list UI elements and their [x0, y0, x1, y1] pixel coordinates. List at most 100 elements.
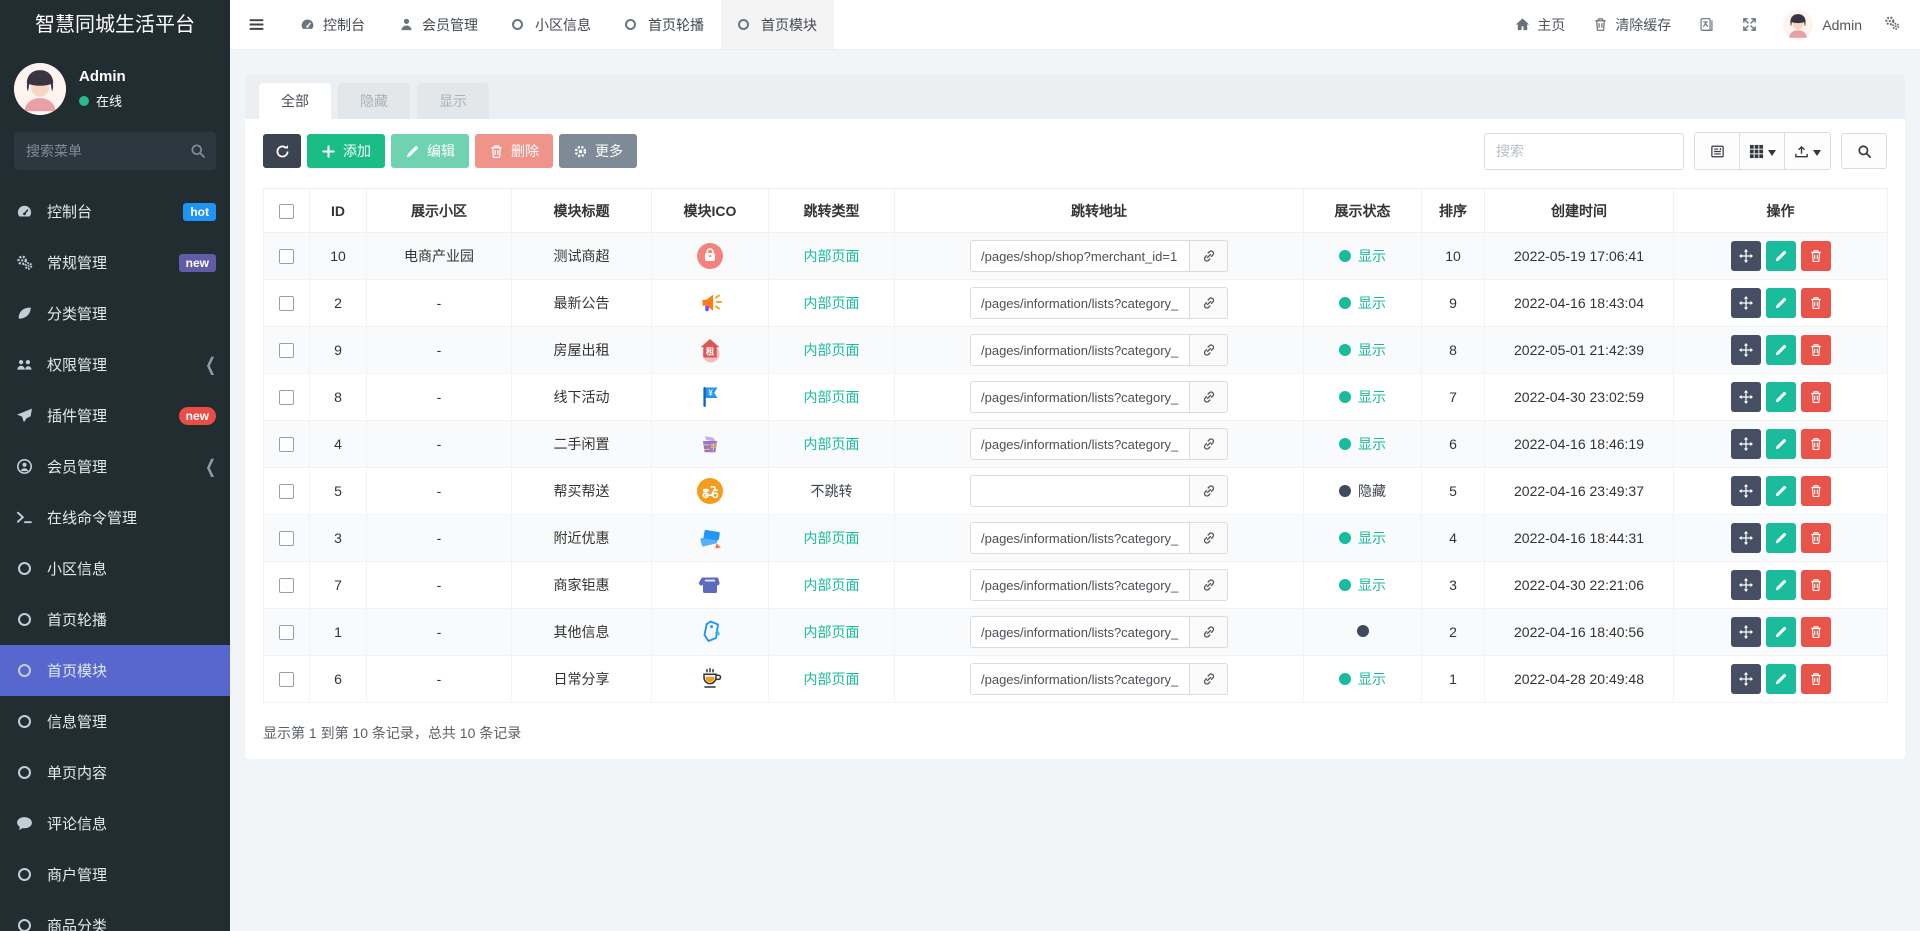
link-button[interactable] — [1190, 287, 1228, 319]
delete-row-button[interactable] — [1800, 429, 1831, 459]
edit-row-button[interactable] — [1765, 617, 1796, 647]
sidebar-item-插件管理[interactable]: 插件管理 new — [0, 390, 230, 441]
settings-gears-icon[interactable] — [1878, 15, 1906, 34]
fullscreen-button[interactable] — [1728, 0, 1771, 49]
jump-url-input[interactable] — [970, 475, 1190, 507]
delete-row-button[interactable] — [1800, 288, 1831, 318]
edit-row-button[interactable] — [1765, 241, 1796, 271]
drag-row-button[interactable] — [1730, 570, 1761, 600]
status-badge[interactable]: 显示 — [1339, 340, 1386, 360]
status-badge[interactable]: 显示 — [1339, 387, 1386, 407]
delete-row-button[interactable] — [1800, 335, 1831, 365]
top-tab-首页模块[interactable]: 首页模块 — [721, 0, 834, 49]
status-badge[interactable]: 隐藏 — [1339, 481, 1386, 501]
link-button[interactable] — [1190, 334, 1228, 366]
table-search-input[interactable] — [1484, 132, 1684, 170]
hamburger-icon[interactable] — [230, 0, 283, 49]
delete-row-button[interactable] — [1800, 570, 1831, 600]
sidebar-item-单页内容[interactable]: 单页内容 — [0, 747, 230, 798]
row-checkbox[interactable] — [279, 578, 294, 594]
link-button[interactable] — [1190, 616, 1228, 648]
link-button[interactable] — [1190, 240, 1228, 272]
row-checkbox[interactable] — [279, 531, 294, 547]
jump-url-input[interactable] — [970, 240, 1190, 272]
refresh-button[interactable] — [263, 134, 301, 168]
edit-row-button[interactable] — [1765, 429, 1796, 459]
columns-button[interactable] — [1740, 133, 1785, 169]
language-button[interactable] — [1685, 0, 1728, 49]
sidebar-item-商户管理[interactable]: 商户管理 — [0, 849, 230, 900]
filter-tab-显示[interactable]: 显示 — [417, 83, 489, 119]
top-tab-小区信息[interactable]: 小区信息 — [495, 0, 608, 49]
drag-row-button[interactable] — [1730, 523, 1761, 553]
edit-row-button[interactable] — [1765, 570, 1796, 600]
edit-row-button[interactable] — [1765, 335, 1796, 365]
sidebar-item-信息管理[interactable]: 信息管理 — [0, 696, 230, 747]
status-badge[interactable] — [1356, 625, 1369, 637]
delete-row-button[interactable] — [1800, 617, 1831, 647]
drag-row-button[interactable] — [1730, 288, 1761, 318]
link-button[interactable] — [1190, 569, 1228, 601]
add-button[interactable]: 添加 — [307, 134, 385, 168]
sidebar-item-在线命令管理[interactable]: 在线命令管理 — [0, 492, 230, 543]
link-button[interactable] — [1190, 475, 1228, 507]
select-all-checkbox[interactable] — [279, 203, 294, 219]
edit-row-button[interactable] — [1765, 288, 1796, 318]
jump-url-input[interactable] — [970, 334, 1190, 366]
row-checkbox[interactable] — [279, 343, 294, 359]
home-link[interactable]: 主页 — [1501, 0, 1579, 49]
jump-url-input[interactable] — [970, 287, 1190, 319]
filter-tab-隐藏[interactable]: 隐藏 — [338, 83, 410, 119]
export-button[interactable] — [1785, 133, 1830, 169]
delete-row-button[interactable] — [1800, 241, 1831, 271]
jump-url-input[interactable] — [970, 381, 1190, 413]
status-badge[interactable]: 显示 — [1339, 575, 1386, 595]
drag-row-button[interactable] — [1730, 664, 1761, 694]
link-button[interactable] — [1190, 663, 1228, 695]
status-badge[interactable]: 显示 — [1339, 293, 1386, 313]
row-checkbox[interactable] — [279, 625, 294, 641]
navbar-avatar[interactable] — [1783, 9, 1814, 40]
jump-url-input[interactable] — [970, 522, 1190, 554]
edit-row-button[interactable] — [1765, 664, 1796, 694]
jump-url-input[interactable] — [970, 663, 1190, 695]
row-checkbox[interactable] — [279, 437, 294, 453]
status-badge[interactable]: 显示 — [1339, 669, 1386, 689]
sidebar-item-首页轮播[interactable]: 首页轮播 — [0, 594, 230, 645]
drag-row-button[interactable] — [1730, 335, 1761, 365]
filter-tab-全部[interactable]: 全部 — [259, 83, 331, 119]
edit-row-button[interactable] — [1765, 523, 1796, 553]
link-button[interactable] — [1190, 381, 1228, 413]
row-checkbox[interactable] — [279, 390, 294, 406]
status-badge[interactable]: 显示 — [1339, 528, 1386, 548]
top-tab-首页轮播[interactable]: 首页轮播 — [608, 0, 721, 49]
sidebar-item-控制台[interactable]: 控制台 hot — [0, 186, 230, 237]
drag-row-button[interactable] — [1730, 617, 1761, 647]
row-checkbox[interactable] — [279, 249, 294, 265]
delete-row-button[interactable] — [1800, 523, 1831, 553]
link-button[interactable] — [1190, 522, 1228, 554]
edit-row-button[interactable] — [1765, 476, 1796, 506]
delete-row-button[interactable] — [1800, 664, 1831, 694]
drag-row-button[interactable] — [1730, 476, 1761, 506]
jump-url-input[interactable] — [970, 428, 1190, 460]
delete-button[interactable]: 删除 — [475, 134, 553, 168]
sidebar-item-首页模块[interactable]: 首页模块 — [0, 645, 230, 696]
sidebar-item-小区信息[interactable]: 小区信息 — [0, 543, 230, 594]
sidebar-search-input[interactable] — [14, 132, 216, 170]
sidebar-item-评论信息[interactable]: 评论信息 — [0, 798, 230, 849]
delete-row-button[interactable] — [1800, 476, 1831, 506]
jump-url-input[interactable] — [970, 616, 1190, 648]
top-tab-控制台[interactable]: 控制台 — [283, 0, 382, 49]
drag-row-button[interactable] — [1730, 429, 1761, 459]
clear-cache-link[interactable]: 清除缓存 — [1579, 0, 1685, 49]
drag-row-button[interactable] — [1730, 382, 1761, 412]
edit-row-button[interactable] — [1765, 382, 1796, 412]
sidebar-item-常规管理[interactable]: 常规管理 new — [0, 237, 230, 288]
row-checkbox[interactable] — [279, 484, 294, 500]
top-tab-会员管理[interactable]: 会员管理 — [382, 0, 495, 49]
search-submit-button[interactable] — [1841, 133, 1887, 169]
more-button[interactable]: 更多 — [559, 134, 637, 168]
link-button[interactable] — [1190, 428, 1228, 460]
status-badge[interactable]: 显示 — [1339, 434, 1386, 454]
